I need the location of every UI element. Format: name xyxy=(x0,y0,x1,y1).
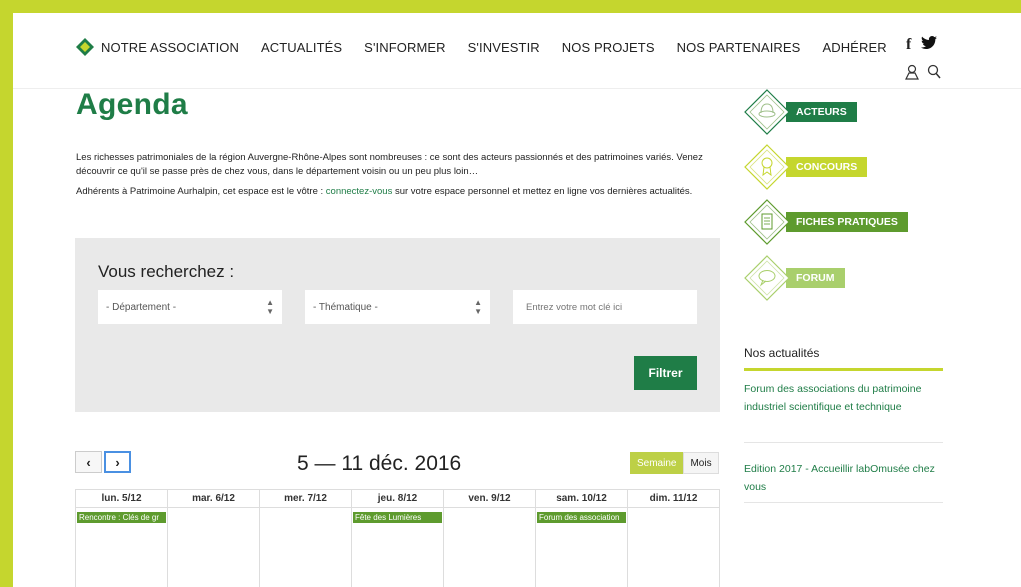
day-column[interactable]: Rencontre : Clés de gr xyxy=(75,508,167,587)
day-column[interactable] xyxy=(627,508,720,587)
news-divider xyxy=(744,442,943,443)
prev-week-button[interactable]: ‹ xyxy=(75,451,102,473)
intro-paragraph-1: Les richesses patrimoniales de la région… xyxy=(76,152,703,177)
calendar-nav: ‹ › xyxy=(75,451,131,473)
news-item[interactable]: Forum des associations du patrimoine ind… xyxy=(744,380,943,416)
medal-icon xyxy=(744,144,790,190)
day-column[interactable] xyxy=(443,508,535,587)
news-divider xyxy=(744,502,943,503)
thematic-select[interactable]: - Thématique - ▲ ▼ xyxy=(305,290,490,324)
calendar-event[interactable]: Fête des Lumières xyxy=(353,512,442,523)
news-title: Nos actualités xyxy=(744,346,820,360)
calendar-body: Rencontre : Clés de gr Fête des Lumières… xyxy=(75,508,720,587)
sidebar-link-forum[interactable]: FORUM xyxy=(744,255,845,301)
nav-item-partenaires[interactable]: NOS PARTENAIRES xyxy=(677,40,801,55)
social-links: f xyxy=(906,36,938,54)
document-icon xyxy=(744,199,790,245)
frame-top xyxy=(0,0,1021,13)
day-header: mer. 7/12 xyxy=(259,490,351,507)
sidebar-link-label: CONCOURS xyxy=(786,157,868,177)
intro-paragraph-2: Adhérents à Patrimoine Aurhalpin, cet es… xyxy=(76,185,722,199)
nav-item-sinformer[interactable]: S'INFORMER xyxy=(364,40,445,55)
day-column[interactable] xyxy=(167,508,259,587)
page-title: Agenda xyxy=(76,88,188,121)
calendar-grid: lun. 5/12 mar. 6/12 mer. 7/12 jeu. 8/12 … xyxy=(75,489,720,587)
facebook-icon[interactable]: f xyxy=(906,36,911,54)
connect-link[interactable]: connectez-vous xyxy=(326,186,393,197)
day-header: lun. 5/12 xyxy=(75,490,167,507)
search-title: Vous recherchez : xyxy=(98,262,235,281)
hat-icon xyxy=(744,89,790,135)
user-icon[interactable] xyxy=(905,64,919,80)
department-select[interactable]: - Département - ▲ ▼ xyxy=(98,290,282,324)
calendar-header: lun. 5/12 mar. 6/12 mer. 7/12 jeu. 8/12 … xyxy=(75,490,720,508)
day-column[interactable]: Forum des association xyxy=(535,508,627,587)
view-toggle: Semaine Mois xyxy=(630,452,719,474)
day-header: mar. 6/12 xyxy=(167,490,259,507)
keyword-input[interactable] xyxy=(513,290,697,324)
logo-icon xyxy=(76,38,94,56)
calendar-event[interactable]: Rencontre : Clés de gr xyxy=(77,512,166,523)
day-header: ven. 9/12 xyxy=(443,490,535,507)
calendar-event[interactable]: Forum des association xyxy=(537,512,626,523)
nav-item-adherer[interactable]: ADHÉRER xyxy=(822,40,886,55)
day-column[interactable]: Fête des Lumières xyxy=(351,508,443,587)
nav-item-projets[interactable]: NOS PROJETS xyxy=(562,40,655,55)
sidebar-link-acteurs[interactable]: ACTEURS xyxy=(744,89,857,135)
news-title-underline xyxy=(744,368,943,371)
search-icon[interactable] xyxy=(927,64,941,80)
nav-item-sinvestir[interactable]: S'INVESTIR xyxy=(468,40,540,55)
sidebar-link-fiches[interactable]: FICHES PRATIQUES xyxy=(744,199,908,245)
week-view-button[interactable]: Semaine xyxy=(630,452,684,474)
filter-button[interactable]: Filtrer xyxy=(634,356,697,390)
news-item[interactable]: Edition 2017 - Accueillir labOmusée chez… xyxy=(744,460,943,496)
speech-bubble-icon xyxy=(744,255,790,301)
calendar-title: 5 — 11 déc. 2016 xyxy=(297,452,462,475)
logo[interactable]: NOTRE ASSOCIATION xyxy=(75,37,239,57)
intro-text-after: sur votre espace personnel et mettez en … xyxy=(392,186,693,197)
sidebar-link-label: FORUM xyxy=(786,268,845,288)
next-week-button[interactable]: › xyxy=(104,451,131,473)
day-header: dim. 11/12 xyxy=(627,490,720,507)
select-arrows-icon: ▲ ▼ xyxy=(474,298,482,316)
intro-text-before: Adhérents à Patrimoine Aurhalpin, cet es… xyxy=(76,186,326,197)
select-arrows-icon: ▲ ▼ xyxy=(266,298,274,316)
month-view-button[interactable]: Mois xyxy=(683,452,719,474)
nav-item-association: NOTRE ASSOCIATION xyxy=(101,39,239,55)
sidebar-link-concours[interactable]: CONCOURS xyxy=(744,144,868,190)
frame-left xyxy=(0,0,13,587)
sidebar-link-label: FICHES PRATIQUES xyxy=(786,212,908,232)
twitter-icon[interactable] xyxy=(921,36,938,50)
user-tools xyxy=(905,64,941,80)
day-header: sam. 10/12 xyxy=(535,490,627,507)
search-panel: Vous recherchez : - Département - ▲ ▼ - T… xyxy=(75,238,720,412)
day-column[interactable] xyxy=(259,508,351,587)
sidebar-link-label: ACTEURS xyxy=(786,102,857,122)
nav-item-actualites[interactable]: ACTUALITÉS xyxy=(261,40,342,55)
thematic-select-value: - Thématique - xyxy=(313,301,378,313)
day-header: jeu. 8/12 xyxy=(351,490,443,507)
department-select-value: - Département - xyxy=(106,301,177,313)
intro-text: Les richesses patrimoniales de la région… xyxy=(76,151,722,205)
main-nav: NOTRE ASSOCIATION ACTUALITÉS S'INFORMER … xyxy=(75,36,909,58)
